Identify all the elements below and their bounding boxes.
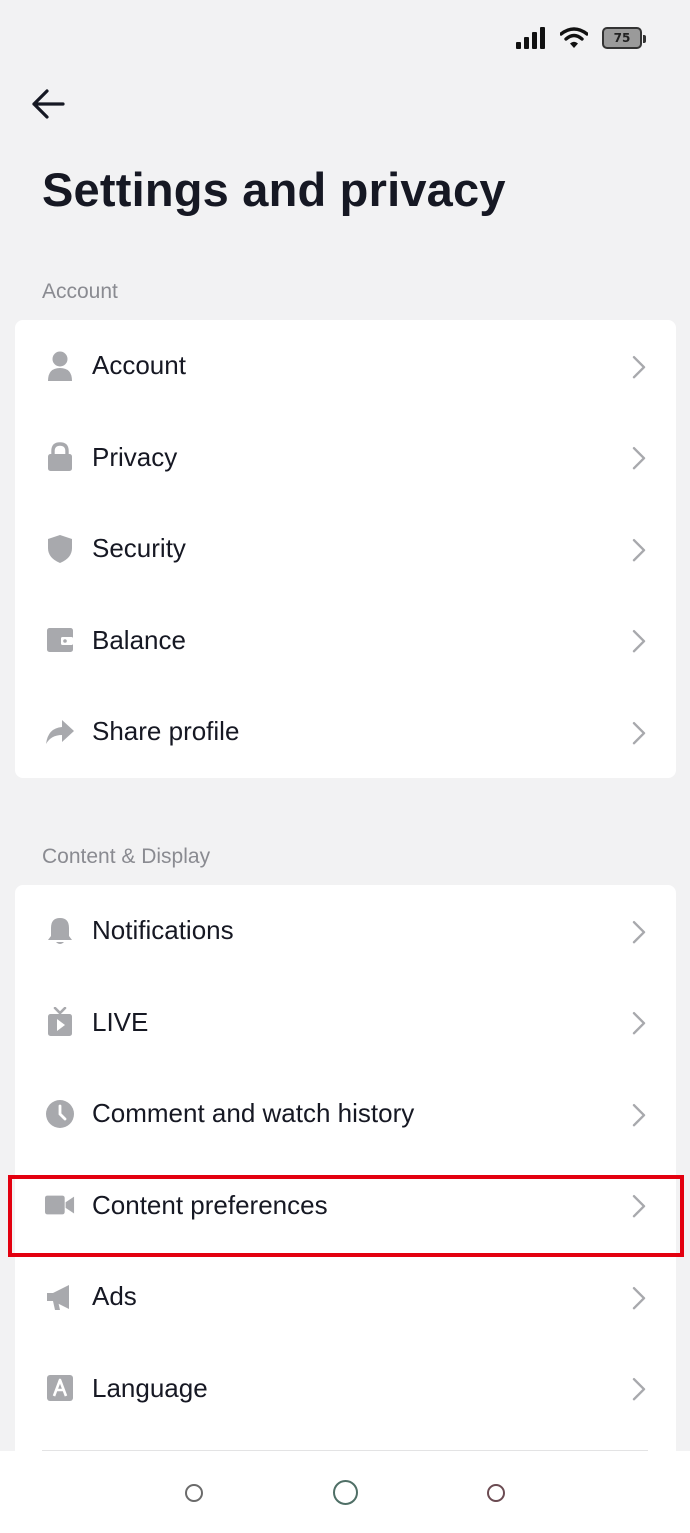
settings-item-share-profile[interactable]: Share profile	[15, 686, 676, 778]
chevron-right-icon	[632, 721, 646, 745]
wallet-icon	[45, 625, 75, 655]
settings-item-label: Language	[92, 1372, 208, 1403]
settings-item-label: Account	[92, 350, 186, 381]
settings-item-label: LIVE	[92, 1006, 149, 1037]
settings-item-label: Share profile	[92, 716, 240, 747]
video-camera-icon	[45, 1190, 75, 1220]
chevron-right-icon	[632, 1286, 646, 1310]
wifi-icon	[560, 27, 588, 48]
chevron-right-icon	[632, 447, 646, 470]
clock-icon	[45, 1099, 75, 1129]
settings-item-language[interactable]: Language	[15, 1343, 676, 1435]
person-icon	[45, 351, 75, 381]
settings-item-notifications[interactable]: Notifications	[15, 885, 676, 977]
chevron-right-icon	[632, 920, 646, 944]
chevron-right-icon	[632, 630, 646, 653]
settings-item-balance[interactable]: Balance	[15, 595, 676, 687]
cellular-signal-icon	[516, 27, 545, 49]
settings-item-content-preferences[interactable]: Content preferences	[15, 1160, 676, 1252]
settings-item-label: Ads	[92, 1281, 137, 1312]
recent-apps-button[interactable]	[185, 1484, 203, 1502]
page-title: Settings and privacy	[42, 163, 506, 216]
settings-item-account[interactable]: Account	[15, 320, 676, 412]
settings-screen: 75 Settings and privacy Account Account …	[0, 0, 690, 1533]
chevron-right-icon	[632, 1012, 646, 1035]
settings-item-label: Privacy	[92, 441, 178, 472]
share-arrow-icon	[45, 717, 75, 747]
system-navigation-bar	[0, 1451, 690, 1533]
shield-icon	[45, 534, 75, 564]
settings-item-security[interactable]: Security	[15, 503, 676, 595]
back-nav-button[interactable]	[487, 1484, 505, 1502]
bell-icon	[45, 916, 75, 946]
language-icon	[45, 1373, 75, 1403]
content-display-settings-card: Notifications LIVE Comment and watch his…	[15, 885, 676, 1451]
settings-item-privacy[interactable]: Privacy	[15, 412, 676, 504]
lock-icon	[45, 442, 75, 472]
chevron-right-icon	[632, 1378, 646, 1401]
settings-item-label: Comment and watch history	[92, 1098, 415, 1129]
megaphone-icon	[45, 1282, 75, 1312]
settings-item-label: Security	[92, 533, 186, 564]
settings-item-label: Balance	[92, 624, 186, 655]
home-button[interactable]	[333, 1480, 358, 1505]
account-settings-card: Account Privacy Security Balance Share p…	[15, 320, 676, 778]
chevron-right-icon	[632, 1195, 646, 1218]
settings-item-label: Content preferences	[92, 1189, 328, 1220]
settings-item-label: Notifications	[92, 915, 234, 946]
section-label-content-display: Content & Display	[42, 845, 211, 868]
chevron-right-icon	[632, 538, 646, 562]
battery-indicator: 75	[602, 27, 646, 49]
settings-item-comment-watch-history[interactable]: Comment and watch history	[15, 1068, 676, 1160]
battery-level: 75	[613, 31, 631, 45]
chevron-right-icon	[632, 355, 646, 379]
back-arrow-icon	[32, 89, 65, 119]
settings-item-ads[interactable]: Ads	[15, 1251, 676, 1343]
status-bar: 75	[516, 20, 646, 56]
tv-play-icon	[45, 1007, 75, 1037]
settings-item-live[interactable]: LIVE	[15, 977, 676, 1069]
chevron-right-icon	[632, 1103, 646, 1127]
section-label-account: Account	[42, 280, 118, 303]
back-button[interactable]	[26, 82, 70, 126]
